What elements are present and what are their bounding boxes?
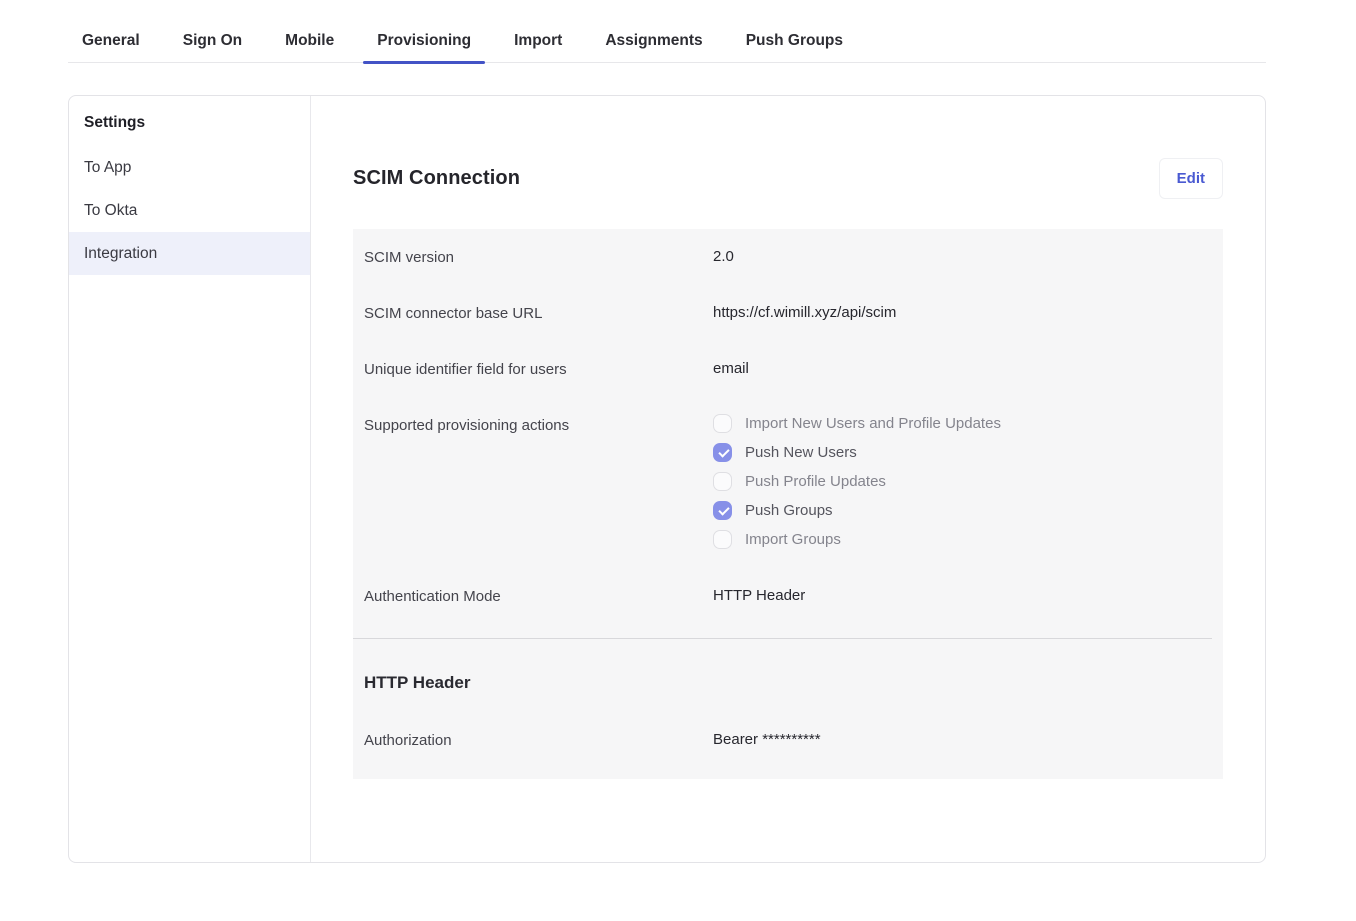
app-tabbar: General Sign On Mobile Provisioning Impo… — [68, 30, 1266, 63]
checkbox-option-push-profile-updates[interactable]: Push Profile Updates — [713, 472, 1001, 491]
checkbox-icon[interactable] — [713, 472, 732, 491]
field-label: SCIM connector base URL — [364, 304, 713, 322]
sidebar-header: Settings — [69, 107, 310, 146]
http-header-heading: HTTP Header — [364, 673, 1223, 693]
sidebar-item-to-okta[interactable]: To Okta — [69, 189, 310, 232]
field-value: https://cf.wimill.xyz/api/scim — [713, 304, 896, 322]
tab-push-groups[interactable]: Push Groups — [732, 30, 857, 62]
tab-provisioning[interactable]: Provisioning — [363, 30, 485, 62]
provisioning-actions-list: Import New Users and Profile Updates Pus… — [713, 414, 1001, 549]
field-row-authentication-mode: Authentication Mode HTTP Header — [364, 587, 1223, 605]
tab-sign-on[interactable]: Sign On — [169, 30, 256, 62]
tab-mobile[interactable]: Mobile — [271, 30, 348, 62]
checkbox-icon[interactable] — [713, 443, 732, 462]
field-row-unique-identifier: Unique identifier field for users email — [364, 360, 1223, 378]
field-label: SCIM version — [364, 248, 713, 266]
scim-connection-details: SCIM version 2.0 SCIM connector base URL… — [353, 229, 1223, 779]
field-label: Authentication Mode — [364, 587, 713, 605]
section-title: SCIM Connection — [353, 167, 520, 190]
section-title-row: SCIM Connection Edit — [353, 158, 1223, 199]
field-value: Bearer ********** — [713, 731, 821, 749]
field-row-scim-version: SCIM version 2.0 — [364, 248, 1223, 266]
integration-content: SCIM Connection Edit SCIM version 2.0 SC… — [311, 96, 1265, 862]
edit-button[interactable]: Edit — [1159, 158, 1223, 199]
checkbox-label: Import New Users and Profile Updates — [745, 415, 1001, 432]
tab-assignments[interactable]: Assignments — [591, 30, 716, 62]
field-value: 2.0 — [713, 248, 734, 266]
checkbox-label: Push Groups — [745, 502, 833, 519]
section-divider — [353, 638, 1212, 639]
field-label: Supported provisioning actions — [364, 416, 713, 549]
field-row-provisioning-actions: Supported provisioning actions Import Ne… — [364, 416, 1223, 549]
settings-sidebar: Settings To App To Okta Integration — [69, 96, 311, 862]
checkbox-icon[interactable] — [713, 501, 732, 520]
checkbox-label: Push New Users — [745, 444, 857, 461]
provisioning-panel: Settings To App To Okta Integration SCIM… — [68, 95, 1266, 863]
field-label: Authorization — [364, 731, 713, 749]
checkbox-option-import-groups[interactable]: Import Groups — [713, 530, 1001, 549]
checkbox-label: Push Profile Updates — [745, 473, 886, 490]
checkbox-icon[interactable] — [713, 530, 732, 549]
checkbox-option-import-new-users[interactable]: Import New Users and Profile Updates — [713, 414, 1001, 433]
checkbox-label: Import Groups — [745, 531, 841, 548]
tab-general[interactable]: General — [68, 30, 154, 62]
field-value: HTTP Header — [713, 587, 805, 605]
sidebar-item-integration[interactable]: Integration — [69, 232, 310, 275]
sidebar-item-to-app[interactable]: To App — [69, 146, 310, 189]
checkbox-option-push-groups[interactable]: Push Groups — [713, 501, 1001, 520]
field-value: email — [713, 360, 749, 378]
field-label: Unique identifier field for users — [364, 360, 713, 378]
checkbox-icon[interactable] — [713, 414, 732, 433]
checkbox-option-push-new-users[interactable]: Push New Users — [713, 443, 1001, 462]
field-row-base-url: SCIM connector base URL https://cf.wimil… — [364, 304, 1223, 322]
tab-import[interactable]: Import — [500, 30, 576, 62]
field-row-authorization: Authorization Bearer ********** — [364, 731, 1223, 749]
